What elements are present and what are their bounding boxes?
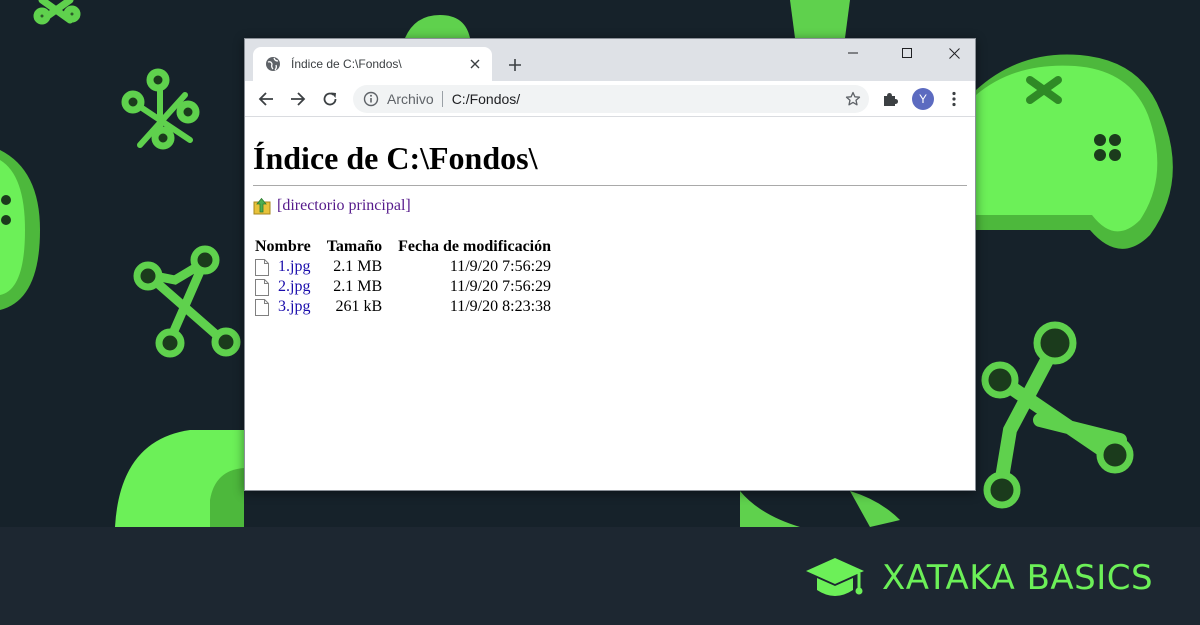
minimize-icon[interactable]	[830, 39, 876, 67]
brand-logo: XATAKA BASICS	[804, 552, 1153, 604]
file-date-cell: 11/9/20 7:56:29	[449, 258, 552, 275]
table-row: 3.jpg 261 kB 11/9/20 8:23:38	[253, 297, 565, 317]
back-arrow-icon[interactable]	[252, 85, 280, 113]
column-header-modified[interactable]: Fecha de modificación	[396, 237, 565, 257]
file-date-cell: 11/9/20 8:23:38	[449, 298, 552, 315]
folder-up-icon	[253, 197, 271, 215]
file-icon	[255, 278, 269, 296]
address-bar[interactable]: Archivo C:/Fondos/	[353, 85, 869, 113]
file-name-cell: 1.jpg	[253, 257, 325, 277]
file-date-cell: 11/9/20 7:56:29	[449, 278, 552, 295]
globe-icon	[266, 57, 280, 71]
parent-directory-row: [directorio principal]	[253, 195, 967, 217]
maximize-icon[interactable]	[884, 39, 930, 67]
file-size-cell: 261 kB	[335, 298, 383, 315]
table-row: 1.jpg 2.1 MB 11/9/20 7:56:29	[253, 257, 565, 277]
file-listing-table: Nombre Tamaño Fecha de modificación 1.jp…	[253, 237, 565, 317]
tab-strip: Índice de C:\Fondos\	[245, 39, 975, 81]
page-content: Índice de C:\Fondos\ [directorio princip…	[245, 138, 975, 317]
table-row: 2.jpg 2.1 MB 11/9/20 7:56:29	[253, 277, 565, 297]
browser-toolbar: Archivo C:/Fondos/ Y	[245, 81, 975, 117]
file-name-cell: 2.jpg	[253, 277, 325, 297]
plus-icon[interactable]	[501, 51, 529, 79]
page-title: Índice de C:\Fondos\	[253, 140, 538, 176]
file-link[interactable]: 2.jpg	[278, 278, 310, 296]
horizontal-rule	[253, 185, 967, 186]
file-icon	[255, 258, 269, 276]
window-close-icon[interactable]	[931, 39, 975, 67]
close-icon[interactable]	[462, 51, 488, 77]
puzzle-icon[interactable]	[876, 85, 904, 113]
browser-window: Índice de C:\Fondos\ Archivo C:/Fondos/ …	[244, 38, 976, 491]
column-header-size[interactable]: Tamaño	[325, 237, 396, 257]
graduation-cap-icon	[806, 558, 864, 596]
address-url[interactable]: C:/Fondos/	[452, 91, 839, 107]
file-link[interactable]: 1.jpg	[278, 258, 310, 276]
parent-directory-link[interactable]: [directorio principal]	[277, 197, 411, 215]
file-name-cell: 3.jpg	[253, 297, 325, 317]
star-icon[interactable]	[839, 85, 867, 113]
avatar[interactable]: Y	[912, 88, 934, 110]
file-link[interactable]: 3.jpg	[278, 298, 310, 316]
file-icon	[255, 298, 269, 316]
forward-arrow-icon[interactable]	[284, 85, 312, 113]
file-size-cell: 2.1 MB	[333, 278, 383, 295]
security-label: Archivo	[387, 91, 434, 107]
address-separator	[441, 91, 443, 107]
info-icon[interactable]	[363, 91, 379, 107]
column-header-name[interactable]: Nombre	[253, 237, 325, 257]
tab-title: Índice de C:\Fondos\	[291, 57, 402, 71]
tab-active[interactable]: Índice de C:\Fondos\	[253, 47, 492, 81]
reload-icon[interactable]	[316, 85, 344, 113]
brand-name: XATAKA BASICS	[882, 558, 1154, 598]
table-header-row: Nombre Tamaño Fecha de modificación	[253, 237, 565, 257]
kebab-menu-icon[interactable]	[940, 85, 968, 113]
file-size-cell: 2.1 MB	[333, 258, 383, 275]
